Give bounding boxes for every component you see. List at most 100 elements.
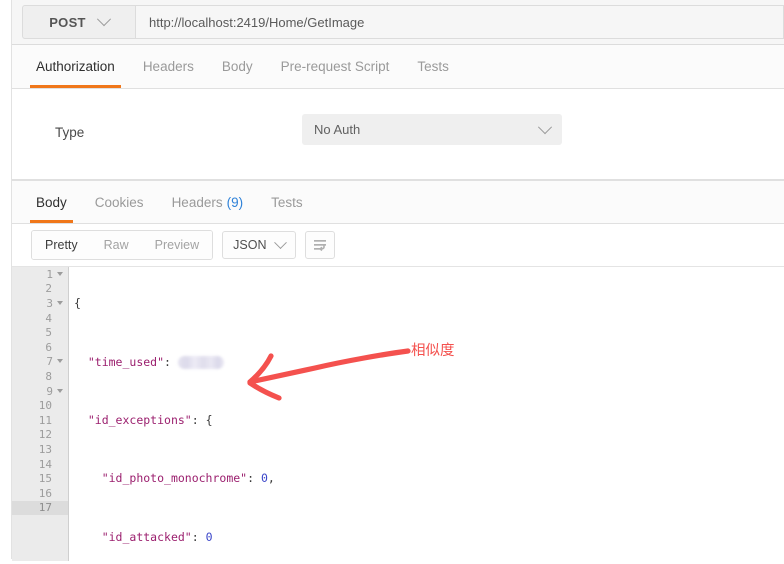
gutter-line[interactable]: 13 (12, 442, 68, 457)
response-tab-cookies-label: Cookies (94, 194, 144, 210)
line-number: 9 (46, 384, 53, 398)
tab-headers-label: Headers (142, 59, 194, 74)
redacted-time-used-value (177, 355, 224, 369)
auth-type-label: Type (55, 125, 85, 140)
line-number: 3 (46, 296, 53, 310)
view-mode-pretty[interactable]: Pretty (32, 231, 91, 259)
url-input[interactable]: http://localhost:2419/Home/GetImage (136, 5, 784, 39)
json-value: 0 (260, 471, 268, 486)
gutter-line[interactable]: 2 (12, 282, 68, 297)
tab-headers[interactable]: Headers (129, 45, 208, 88)
code-text: { (74, 296, 81, 311)
view-mode-preview-label: Preview (154, 238, 200, 252)
line-number: 2 (45, 282, 52, 296)
line-number: 5 (45, 326, 52, 340)
json-key: "id_exceptions" (87, 412, 192, 427)
code-line: { (74, 296, 784, 311)
response-tab-headers-label: Headers (171, 194, 223, 210)
response-tab-tests[interactable]: Tests (257, 181, 317, 223)
response-tab-headers[interactable]: Headers (9) (158, 181, 258, 223)
tab-body[interactable]: Body (208, 45, 267, 88)
code-line: "id_photo_monochrome": 0, (74, 471, 784, 486)
line-number: 12 (38, 428, 52, 442)
fold-arrow-icon[interactable] (57, 359, 63, 364)
json-sep: , (267, 471, 275, 486)
fold-arrow-icon[interactable] (57, 388, 63, 393)
gutter-line[interactable]: 16 (12, 486, 68, 501)
line-number: 1 (46, 267, 53, 281)
url-row: POST http://localhost:2419/Home/GetImage (12, 0, 784, 45)
left-rail (0, 0, 12, 559)
gutter-line[interactable]: 17 (12, 500, 68, 516)
response-tab-tests-label: Tests (271, 194, 303, 210)
line-number: 8 (45, 369, 52, 383)
gutter-line[interactable]: 1 (12, 267, 68, 282)
gutter-line[interactable]: 8 (12, 369, 68, 384)
tab-tests[interactable]: Tests (403, 45, 463, 88)
line-number: 15 (38, 472, 52, 486)
auth-type-select[interactable]: No Auth (302, 114, 562, 145)
response-tab-bar: Body Cookies Headers (9) Tests (12, 181, 784, 224)
response-headers-count: (9) (226, 194, 244, 210)
chevron-down-icon (96, 12, 111, 27)
gutter-line[interactable]: 12 (12, 428, 68, 443)
word-wrap-button[interactable] (305, 231, 336, 259)
json-code-content[interactable]: { "time_used": "id_exceptions": { "id_ph… (69, 267, 784, 561)
gutter-line[interactable]: 3 (12, 296, 68, 311)
view-mode-preview[interactable]: Preview (141, 231, 213, 259)
tab-body-label: Body (221, 59, 253, 74)
fold-arrow-icon[interactable] (57, 271, 63, 276)
line-number: 11 (38, 413, 52, 427)
response-tab-cookies[interactable]: Cookies (81, 181, 158, 223)
gutter-line[interactable]: 9 (12, 384, 68, 399)
response-toolbar: Pretty Raw Preview JSON (12, 224, 784, 266)
code-line: "id_attacked": 0 (74, 530, 784, 545)
line-number: 17 (38, 501, 52, 515)
line-number-gutter: 1 2 3 4 5 6 7 8 9 10 11 12 13 14 15 16 1… (12, 267, 69, 561)
tab-pre-request-script[interactable]: Pre-request Script (267, 45, 404, 88)
request-tab-bar: Authorization Headers Body Pre-request S… (12, 45, 784, 89)
json-key: "id_photo_monochrome" (101, 471, 248, 486)
request-builder: POST http://localhost:2419/Home/GetImage… (12, 0, 784, 198)
response-panel: Body Cookies Headers (9) Tests Pretty Ra… (12, 180, 784, 561)
gutter-line[interactable]: 10 (12, 398, 68, 413)
json-value: 0 (205, 529, 213, 544)
json-sep: : (191, 529, 206, 544)
tab-pre-request-script-label: Pre-request Script (280, 59, 390, 74)
gutter-line[interactable]: 14 (12, 457, 68, 472)
http-method-label: POST (49, 14, 86, 30)
gutter-line[interactable]: 11 (12, 413, 68, 428)
view-mode-group: Pretty Raw Preview (31, 230, 214, 260)
line-number: 14 (38, 457, 52, 471)
auth-type-value: No Auth (314, 122, 361, 137)
view-mode-raw[interactable]: Raw (90, 231, 142, 259)
line-number: 6 (45, 340, 52, 354)
response-tab-body[interactable]: Body (22, 181, 81, 223)
response-format-select[interactable]: JSON (222, 231, 297, 259)
gutter-line[interactable]: 15 (12, 471, 68, 486)
gutter-line[interactable]: 4 (12, 311, 68, 326)
line-number: 16 (38, 486, 52, 500)
gutter-line[interactable]: 6 (12, 340, 68, 355)
tab-authorization[interactable]: Authorization (22, 45, 129, 88)
line-number: 13 (38, 442, 52, 456)
word-wrap-icon (313, 239, 326, 251)
json-key: "time_used" (87, 354, 165, 369)
tab-authorization-label: Authorization (36, 59, 115, 74)
line-number: 10 (38, 399, 52, 413)
code-line: "id_exceptions": { (74, 413, 784, 428)
gutter-line[interactable]: 5 (12, 325, 68, 340)
http-method-select[interactable]: POST (22, 5, 136, 39)
authorization-panel: Type No Auth (12, 89, 784, 180)
line-number: 4 (45, 311, 52, 325)
gutter-line[interactable]: 7 (12, 355, 68, 370)
code-line: "time_used": (74, 355, 784, 370)
chevron-down-icon (537, 119, 553, 134)
json-sep: : { (191, 412, 213, 427)
view-mode-pretty-label: Pretty (45, 238, 78, 252)
json-sep: : (247, 471, 261, 486)
fold-arrow-icon[interactable] (57, 300, 63, 305)
json-sep: : (164, 354, 178, 369)
tab-tests-label: Tests (417, 59, 449, 74)
response-body-editor[interactable]: 1 2 3 4 5 6 7 8 9 10 11 12 13 14 15 16 1… (12, 266, 784, 561)
